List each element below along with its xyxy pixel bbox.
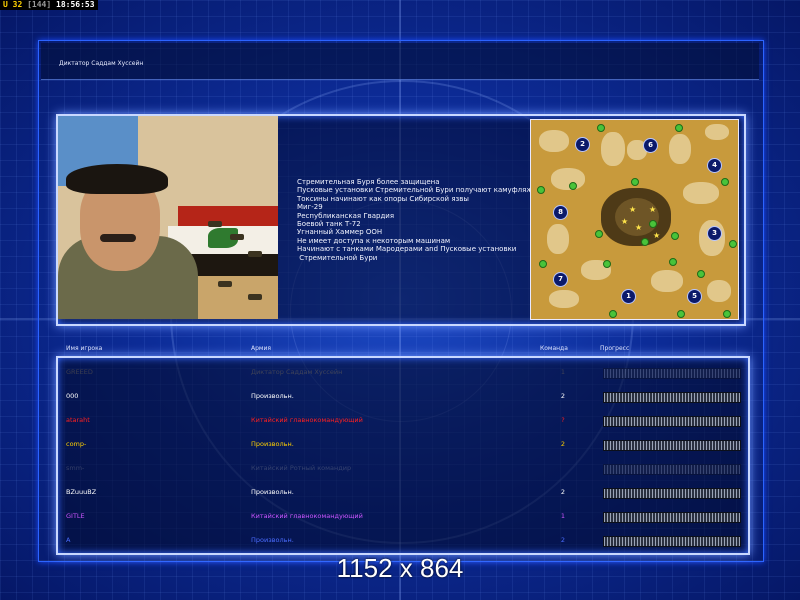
player-army: Китайский главнокомандующий: [251, 512, 363, 520]
supply-depot-icon: [641, 238, 649, 246]
objective-star-icon: ★: [629, 205, 637, 214]
player-team: 2: [560, 392, 566, 400]
description-line: Пусковые установки Стремительной Бури по…: [297, 186, 533, 195]
description-line: Боевой танк Т-72: [297, 220, 361, 229]
status-u-label: U 32: [3, 0, 23, 9]
player-name: BZuuuBZ: [66, 488, 97, 496]
supply-depot-icon: [603, 260, 611, 268]
supply-depot-icon: [597, 124, 605, 132]
player-row[interactable]: GITLE Китайский главнокомандующий 1: [58, 504, 744, 528]
supply-depot-icon: [669, 258, 677, 266]
player-army: Произвольн.: [251, 488, 294, 496]
objective-star-icon: ★: [621, 217, 629, 226]
description-line: Токсины начинают как опоры Сибирской язв…: [297, 194, 469, 203]
description-line: Стремительной Бури: [297, 253, 378, 262]
objective-star-icon: ★: [653, 231, 661, 240]
player-team: 2: [560, 488, 566, 496]
supply-depot-icon: [677, 310, 685, 318]
status-count: [144]: [27, 0, 52, 9]
player-team: ?: [561, 416, 565, 424]
header-bar: Диктатор Саддам Хуссейн: [41, 43, 759, 80]
supply-depot-icon: [729, 240, 737, 248]
description-line: Республиканская Гвардия: [297, 211, 395, 220]
supply-depot-icon: [675, 124, 683, 132]
loading-progress-bar: [603, 488, 741, 499]
description-line: Начинают с танками Мародерами and Пусков…: [297, 245, 517, 254]
resolution-watermark: 1152 x 864: [336, 553, 464, 583]
player-name: comp-: [66, 440, 87, 448]
player-name: smm-: [66, 464, 85, 472]
objective-star-icon: ★: [649, 205, 657, 214]
loading-progress-bar: [603, 440, 741, 451]
supply-depot-icon: [609, 310, 617, 318]
player-row[interactable]: 000 Произвольн. 2: [58, 384, 744, 408]
loading-progress-bar: [603, 416, 741, 427]
player-team: 1: [560, 512, 566, 520]
loading-progress-bar: [603, 536, 741, 547]
player-army: Произвольн.: [251, 536, 294, 544]
column-header-team: Команда: [540, 345, 568, 352]
column-header-army: Армия: [251, 345, 271, 352]
spawn-point-8[interactable]: 8: [553, 205, 568, 220]
player-army: Китайский Ротный командир: [251, 464, 352, 472]
player-row[interactable]: GREEED Диктатор Саддам Хуссейн 1: [58, 360, 744, 384]
description-line: Миг-29: [297, 203, 323, 212]
supply-depot-icon: [631, 178, 639, 186]
player-name: A: [66, 536, 71, 544]
supply-depot-icon: [539, 260, 547, 268]
player-row[interactable]: smm- Китайский Ротный командир: [58, 456, 744, 480]
supply-depot-icon: [595, 230, 603, 238]
objective-star-icon: ★: [635, 223, 643, 232]
player-row[interactable]: A Произвольн. 2: [58, 528, 744, 552]
player-army: Китайский главнокомандующий: [251, 416, 363, 424]
player-name: GREEED: [66, 368, 93, 376]
player-team: 2: [560, 440, 566, 448]
column-header-progress: Прогресс: [600, 345, 630, 352]
spawn-point-6[interactable]: 6: [643, 138, 658, 153]
supply-depot-icon: [697, 270, 705, 278]
loading-progress-bar: [603, 464, 741, 475]
description-line: Не имеет доступа к некоторым машинам: [297, 236, 451, 245]
supply-depot-icon: [569, 182, 577, 190]
description-line: Стремительная Буря более защищена: [297, 178, 440, 186]
description-line: Угнанный Хаммер ООН: [297, 228, 383, 237]
spawn-point-2[interactable]: 2: [575, 137, 590, 152]
spawn-point-1[interactable]: 1: [621, 289, 636, 304]
map-preview[interactable]: 1 2 3 4 5 6 7 8 ★ ★ ★ ★ ★: [530, 119, 739, 320]
player-army: Произвольн.: [251, 440, 294, 448]
supply-depot-icon: [723, 310, 731, 318]
player-army: Произвольн.: [251, 392, 294, 400]
spawn-point-4[interactable]: 4: [707, 158, 722, 173]
general-portrait: [58, 116, 278, 319]
player-name: GITLE: [66, 512, 85, 520]
faction-description: Стремительная Буря более защищена Пусковы…: [297, 178, 533, 262]
spawn-point-5[interactable]: 5: [687, 289, 702, 304]
loading-progress-bar: [603, 368, 741, 379]
column-header-name: Имя игрока: [66, 345, 103, 352]
player-name: 000: [66, 392, 79, 400]
player-team: 2: [560, 536, 566, 544]
status-bar: U 32 [144] 18:56:53: [0, 0, 98, 10]
supply-depot-icon: [671, 232, 679, 240]
spawn-point-7[interactable]: 7: [553, 272, 568, 287]
page-title: Диктатор Саддам Хуссейн: [59, 60, 144, 67]
spawn-point-3[interactable]: 3: [707, 226, 722, 241]
player-row[interactable]: BZuuuBZ Произвольн. 2: [58, 480, 744, 504]
player-row[interactable]: comp- Произвольн. 2: [58, 432, 744, 456]
player-row[interactable]: ataraht Китайский главнокомандующий?: [58, 408, 744, 432]
player-army: Диктатор Саддам Хуссейн: [251, 368, 343, 376]
loading-progress-bar: [603, 392, 741, 403]
supply-depot-icon: [649, 220, 657, 228]
supply-depot-icon: [721, 178, 729, 186]
status-clock: 18:56:53: [56, 0, 95, 9]
supply-depot-icon: [537, 186, 545, 194]
loading-progress-bar: [603, 512, 741, 523]
player-team: 1: [560, 368, 566, 376]
player-name: ataraht: [66, 416, 90, 424]
